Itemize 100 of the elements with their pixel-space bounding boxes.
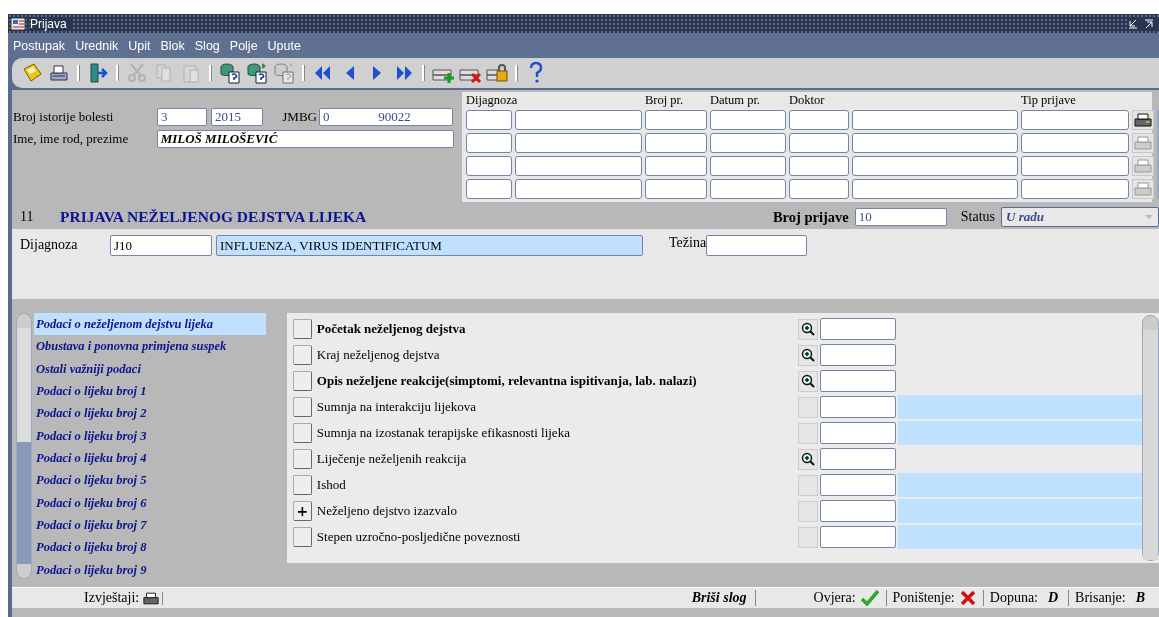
row-button[interactable] [292, 527, 312, 547]
section-item[interactable]: Podaci o lijeku broj 4 [34, 446, 266, 470]
table-cell[interactable] [645, 155, 707, 176]
section-item[interactable]: Podaci o lijeku broj 8 [34, 536, 266, 559]
table-cell[interactable] [710, 178, 786, 199]
table-cell[interactable] [789, 132, 849, 153]
menu-item[interactable]: Slog [194, 38, 220, 53]
table-cell[interactable] [515, 178, 642, 199]
input-field[interactable] [820, 396, 896, 418]
input-field[interactable] [820, 344, 896, 366]
status-label: Izvještaji: [84, 590, 140, 606]
input-field[interactable] [820, 448, 896, 470]
section-item[interactable]: Podaci o neželjenom dejstvu lijeka [34, 313, 266, 336]
query-run-icon[interactable] [245, 61, 269, 85]
table-cell[interactable] [466, 109, 512, 130]
severity-field[interactable] [706, 235, 808, 256]
report-number-field[interactable]: 10 [854, 208, 947, 226]
table-cell[interactable] [645, 178, 707, 199]
table-cell[interactable] [789, 109, 849, 130]
table-cell[interactable] [710, 109, 786, 130]
table-cell[interactable] [645, 109, 707, 130]
close-icon[interactable] [958, 591, 977, 605]
table-cell[interactable] [710, 132, 786, 153]
zoom-button[interactable] [798, 370, 818, 392]
lock-record-icon[interactable] [485, 61, 509, 85]
table-cell[interactable] [852, 178, 1018, 199]
diagnosis-name-field[interactable]: INFLUENZA, VIRUS IDENTIFICATUM [216, 235, 643, 256]
form-title: PRIJAVA NEŽELJENOG DEJSTVA LIJEKA [60, 208, 367, 226]
section-item[interactable]: Podaci o lijeku broj 5 [34, 469, 266, 492]
input-field[interactable] [820, 500, 896, 522]
table-cell[interactable] [789, 155, 849, 176]
table-cell[interactable] [852, 109, 1018, 130]
minimize-icon[interactable] [1127, 17, 1139, 30]
maximize-icon[interactable] [1143, 17, 1155, 30]
status-dropdown[interactable]: U radu [1001, 207, 1159, 227]
section-item[interactable]: Ostali važniji podaci [34, 357, 266, 380]
table-cell[interactable] [710, 155, 786, 176]
row-button[interactable] [292, 475, 312, 495]
input-field[interactable] [820, 526, 896, 548]
row-button[interactable] [292, 423, 312, 443]
check-icon[interactable] [859, 590, 880, 606]
table-cell[interactable] [1021, 178, 1129, 199]
query-icon[interactable] [218, 61, 242, 85]
print-button[interactable] [143, 591, 164, 605]
table-cell[interactable] [466, 155, 512, 176]
row-button[interactable] [292, 449, 312, 469]
field-label: Dijagnoza [19, 237, 79, 253]
append-key[interactable]: D [1042, 590, 1065, 606]
table-cell[interactable] [515, 132, 642, 153]
field-label: Broj prijave [772, 208, 849, 226]
menu-item[interactable]: Upute [267, 38, 301, 53]
diagnosis-code-field[interactable]: J10 [110, 235, 212, 256]
menu-item[interactable]: Upit [128, 38, 151, 53]
table-cell[interactable] [515, 109, 642, 130]
table-cell[interactable] [466, 132, 512, 153]
menu-item[interactable]: Postupak [13, 38, 66, 53]
name-field[interactable]: MILOŠ MILOŠEVIĆ [156, 130, 454, 148]
table-cell[interactable] [852, 132, 1018, 153]
menu-item[interactable]: Polje [229, 38, 258, 53]
field-label: Sumnja na interakciju lijekova [316, 399, 477, 415]
table-cell[interactable] [645, 132, 707, 153]
section-item[interactable]: Podaci o lijeku broj 9 [34, 558, 266, 581]
scrollbar[interactable] [16, 313, 32, 579]
table-cell[interactable] [852, 155, 1018, 176]
menu-item[interactable]: Blok [160, 38, 185, 53]
section-item[interactable]: Podaci o lijeku broj 1 [34, 380, 266, 403]
field-label: Status [960, 209, 995, 225]
section-item[interactable]: Podaci o lijeku broj 6 [34, 491, 266, 514]
row-button[interactable] [292, 371, 312, 391]
zoom-button[interactable] [798, 318, 818, 340]
history-number-field[interactable]: 3 [157, 108, 207, 126]
section-item[interactable]: Podaci o lijeku broj 3 [34, 424, 266, 447]
history-year-field[interactable]: 2015 [211, 108, 263, 126]
section-item[interactable]: Podaci o lijeku broj 2 [34, 402, 266, 425]
input-field[interactable] [820, 370, 896, 392]
menu-item[interactable]: Urednik [75, 38, 119, 53]
table-cell[interactable] [1021, 109, 1129, 130]
row-button[interactable] [292, 319, 312, 339]
row-button[interactable] [292, 397, 312, 417]
input-field[interactable] [820, 422, 896, 444]
print-button[interactable] [1132, 109, 1154, 130]
row-button[interactable] [292, 345, 312, 365]
table-cell[interactable] [789, 178, 849, 199]
erase-key[interactable]: B [1129, 590, 1151, 606]
table-cell[interactable] [466, 178, 512, 199]
table-cell[interactable] [1021, 155, 1129, 176]
section-item[interactable]: Podaci o lijeku broj 7 [34, 513, 266, 537]
delete-record-button[interactable]: Briši slog [691, 590, 756, 606]
column-header: Broj pr. [645, 93, 684, 107]
zoom-button[interactable] [798, 448, 818, 470]
section-item[interactable]: Obustava i ponovna primjena suspek [34, 335, 266, 358]
field-label: Početak neželjenog dejstva [316, 321, 466, 337]
table-cell[interactable] [1021, 132, 1129, 153]
expand-button[interactable]: + [292, 501, 312, 521]
table-cell[interactable] [515, 155, 642, 176]
jmbg-field[interactable]: 0 90022 [319, 108, 453, 126]
zoom-button[interactable] [798, 344, 818, 366]
scrollbar[interactable] [1142, 315, 1159, 561]
input-field[interactable] [820, 318, 896, 340]
input-field[interactable] [820, 474, 896, 496]
